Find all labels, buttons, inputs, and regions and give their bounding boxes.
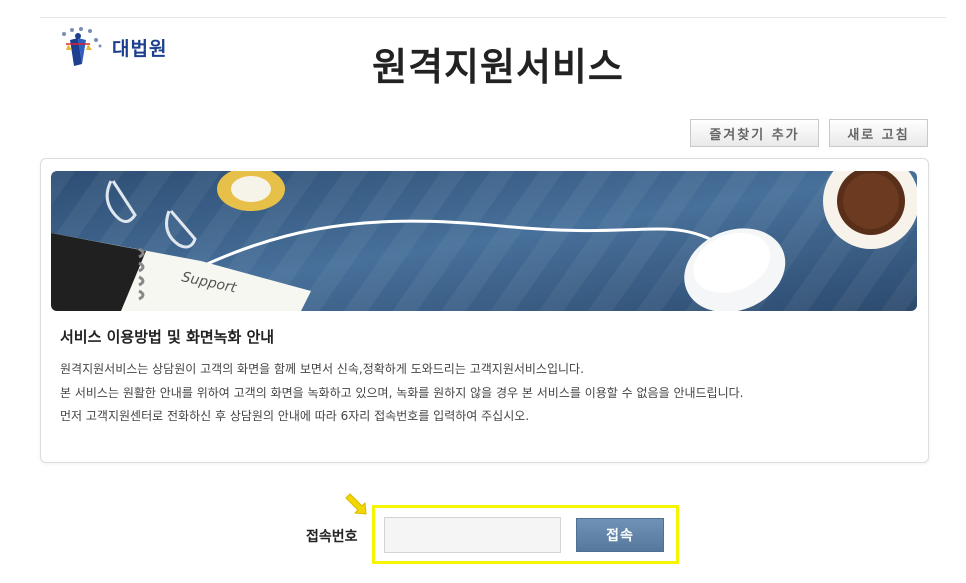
notice-line-1: 원격지원서비스는 상담원이 고객의 화면을 함께 보면서 신속,정확하게 도와드… — [60, 362, 584, 376]
notice-line-3: 먼저 고객지원센터로 전화하신 후 상담원의 안내에 따라 6자리 접속번호를 … — [60, 409, 530, 423]
yellow-arrow-icon — [345, 493, 367, 515]
access-code-label: 접속번호 — [306, 529, 358, 545]
page-title: 원격지원서비스 — [372, 45, 624, 89]
support-banner: Support — [51, 171, 917, 311]
connect-button[interactable]: 접속 — [576, 518, 664, 552]
notice-heading: 서비스 이용방법 및 화면녹화 안내 — [60, 328, 275, 346]
notice-line-2: 본 서비스는 원활한 안내를 위하여 고객의 화면을 녹화하고 있으며, 녹화를… — [60, 386, 744, 400]
refresh-button[interactable]: 새로 고침 — [829, 119, 928, 147]
header-divider — [40, 17, 946, 18]
add-bookmark-button[interactable]: 즐겨찾기 추가 — [690, 119, 819, 147]
access-code-input[interactable] — [384, 517, 561, 553]
